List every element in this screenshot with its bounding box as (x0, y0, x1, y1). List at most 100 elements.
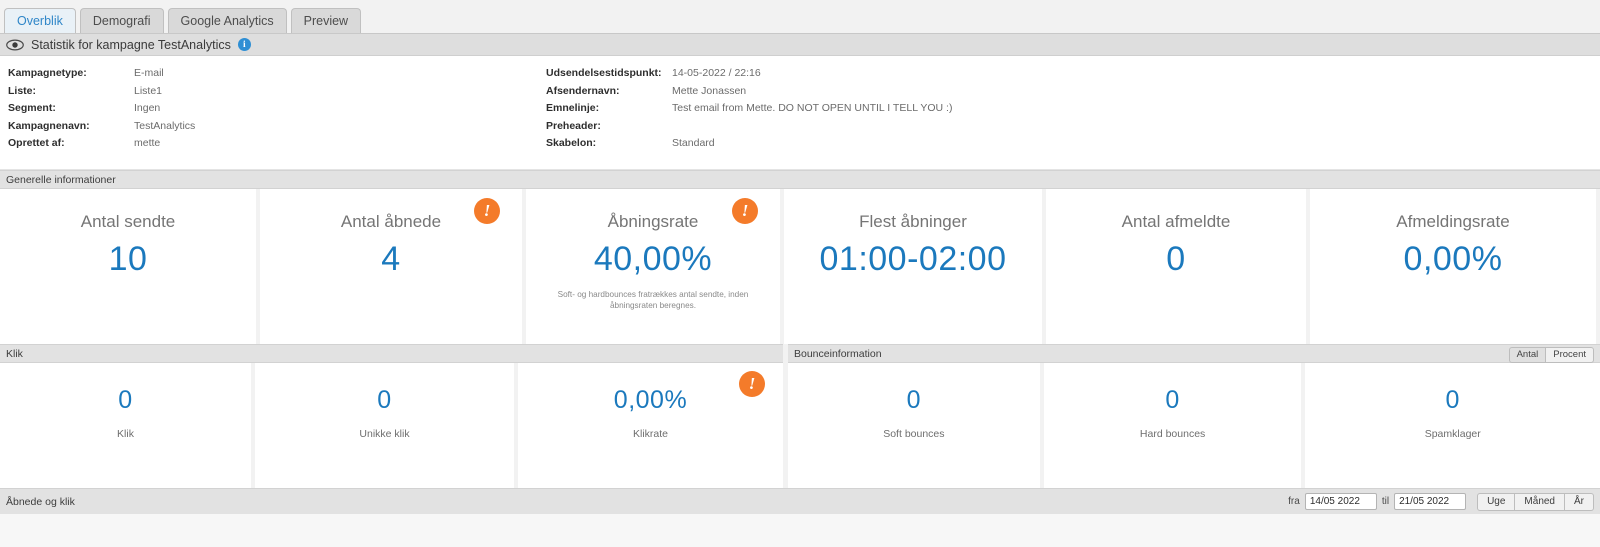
metadata-value: TestAnalytics (134, 119, 196, 132)
tab-overblik[interactable]: Overblik (4, 8, 76, 33)
date-to-input[interactable] (1394, 493, 1467, 510)
metadata-key: Afsendernavn: (546, 84, 620, 97)
alert-icon[interactable]: ! (474, 198, 500, 224)
campaign-statistics-page: Overblik Demografi Google Analytics Prev… (0, 0, 1600, 547)
stat-value: 0 (1165, 386, 1180, 414)
alert-icon[interactable]: ! (732, 198, 758, 224)
tab-label: Overblik (17, 14, 63, 28)
stat-card-antal-afmeldte: Antal afmeldte 0 (1046, 189, 1306, 344)
metadata-value: Mette Jonassen (672, 84, 747, 97)
tab-label: Demografi (92, 14, 151, 28)
metadata-row: Segment: Ingen (8, 100, 195, 118)
metadata-column-right: Udsendelsestidspunkt: 14-05-2022 / 22:16 … (546, 65, 952, 153)
metadata-value: mette (134, 137, 161, 149)
campaign-metadata: Kampagnetype: E-mail Liste: Liste1 Segment… (0, 56, 1600, 170)
tab-preview[interactable]: Preview (290, 8, 362, 33)
tab-label: Google Analytics (180, 14, 274, 28)
tab-label: Preview (303, 14, 349, 28)
stat-card-hard-bounces: 0 Hard bounces (1043, 363, 1302, 488)
tab-bar: Overblik Demografi Google Analytics Prev… (0, 0, 1600, 34)
metadata-key: Emnelinje: (546, 102, 600, 114)
period-uge-button[interactable]: Uge (1477, 492, 1516, 511)
stat-label: Antal afmeldte (1121, 212, 1231, 231)
metadata-value: Ingen (134, 102, 161, 114)
stat-label: Hard bounces (1139, 428, 1206, 440)
bounce-section: Bounceinformation Antal Procent 0 Soft b… (788, 344, 1600, 488)
section-header-abnede-og-klik: Åbnede og klik fra til Uge Måned År (0, 488, 1600, 514)
stat-value: 0,00% (613, 386, 688, 414)
general-stats-row: Antal sendte 10 ! Antal åbnede 4 ! Åbnin… (0, 189, 1600, 344)
bounce-cards-row: 0 Soft bounces 0 Hard bounces 0 Spamklag… (788, 363, 1600, 488)
date-from-input[interactable] (1304, 493, 1377, 510)
stat-card-flest-abninger: Flest åbninger 01:00-02:00 (784, 189, 1042, 344)
metadata-key: Udsendelsestidspunkt: (546, 67, 662, 79)
stat-value: 0 (1445, 386, 1460, 414)
tab-demografi[interactable]: Demografi (79, 8, 164, 33)
eye-icon (6, 39, 24, 51)
stat-label: Spamklager (1424, 428, 1481, 440)
tab-google-analytics[interactable]: Google Analytics (167, 8, 287, 33)
stat-value: 0 (118, 386, 133, 414)
metadata-row: Emnelinje: Test email from Mette. DO NOT … (546, 100, 952, 118)
klik-bounce-row: Klik 0 Klik 0 Unikke klik ! 0,00% Klikra… (0, 344, 1600, 488)
metadata-key: Segment: (8, 102, 56, 114)
to-label: til (1381, 496, 1390, 507)
metadata-key: Preheader: (546, 119, 601, 132)
stat-label: Åbningsrate (607, 212, 699, 231)
stat-card-antal-sendte: Antal sendte 10 (0, 189, 256, 344)
page-title: Statistik for kampagne TestAnalytics (31, 37, 231, 52)
metadata-key: Liste: (8, 84, 37, 97)
page-title-bar: Statistik for kampagne TestAnalytics i (0, 34, 1600, 56)
stat-value: 0 (1166, 240, 1186, 278)
stat-card-spamklager: 0 Spamklager (1305, 363, 1600, 488)
stat-card-abningsrate: ! Åbningsrate 40,00% Soft- og hardbounce… (526, 189, 780, 344)
metadata-row: Oprettet af: mette (8, 135, 195, 153)
stat-label: Klikrate (632, 428, 668, 440)
metadata-row: Udsendelsestidspunkt: 14-05-2022 / 22:16 (546, 65, 952, 83)
section-title: Generelle informationer (6, 173, 116, 186)
metadata-row: Skabelon: Standard (546, 135, 952, 153)
metadata-column-left: Kampagnetype: E-mail Liste: Liste1 Segment… (8, 65, 195, 153)
stat-value: 0 (377, 386, 392, 414)
section-header-klik: Klik (0, 344, 783, 363)
stat-value: 4 (381, 240, 401, 278)
toggle-procent-button[interactable]: Procent (1545, 347, 1594, 363)
stat-card-klikrate: ! 0,00% Klikrate (518, 363, 783, 488)
metadata-key: Kampagnetype: (8, 67, 87, 79)
metadata-value: E-mail (134, 67, 164, 79)
info-badge-icon[interactable]: i (237, 38, 251, 51)
metadata-key: Skabelon: (546, 137, 597, 149)
stat-value: 40,00% (593, 240, 713, 278)
section-title: Åbnede og klik (6, 495, 75, 508)
metadata-value: Test email from Mette. DO NOT OPEN UNTIL… (672, 102, 953, 114)
stat-card-unikke-klik: 0 Unikke klik (255, 363, 514, 488)
stat-label: Flest åbninger (859, 212, 967, 231)
stat-card-antal-abnede: ! Antal åbnede 4 (260, 189, 522, 344)
metadata-value: Standard (672, 137, 715, 149)
stat-label: Klik (117, 428, 134, 440)
metadata-row: Liste: Liste1 (8, 83, 195, 101)
metadata-key: Kampagnenavn: (8, 119, 90, 132)
metadata-row: Preheader: (546, 118, 952, 136)
alert-icon[interactable]: ! (739, 371, 765, 397)
period-aar-button[interactable]: År (1565, 492, 1594, 511)
metadata-value: Liste1 (134, 84, 163, 97)
stat-value: 0 (906, 386, 922, 414)
stat-card-klik: 0 Klik (0, 363, 251, 488)
stat-label: Antal åbnede (340, 212, 442, 231)
bounce-unit-toggle: Antal Procent (1508, 347, 1594, 363)
metadata-row: Kampagnetype: E-mail (8, 65, 195, 83)
from-label: fra (1288, 496, 1300, 507)
klik-cards-row: 0 Klik 0 Unikke klik ! 0,00% Klikrate (0, 363, 783, 488)
metadata-row: Afsendernavn: Mette Jonassen (546, 83, 952, 101)
date-range-controls: fra til Uge Måned År (1288, 492, 1594, 511)
stat-label: Soft bounces (883, 428, 945, 440)
period-maaned-button[interactable]: Måned (1515, 492, 1565, 511)
toggle-antal-button[interactable]: Antal (1508, 347, 1546, 363)
section-header-general: Generelle informationer (0, 170, 1600, 189)
stat-label: Afmeldingsrate (1396, 212, 1510, 231)
stat-label: Antal sendte (80, 212, 176, 231)
metadata-key: Oprettet af: (8, 137, 65, 149)
stat-value: 0,00% (1403, 240, 1503, 278)
klik-section: Klik 0 Klik 0 Unikke klik ! 0,00% Klikra… (0, 344, 783, 488)
